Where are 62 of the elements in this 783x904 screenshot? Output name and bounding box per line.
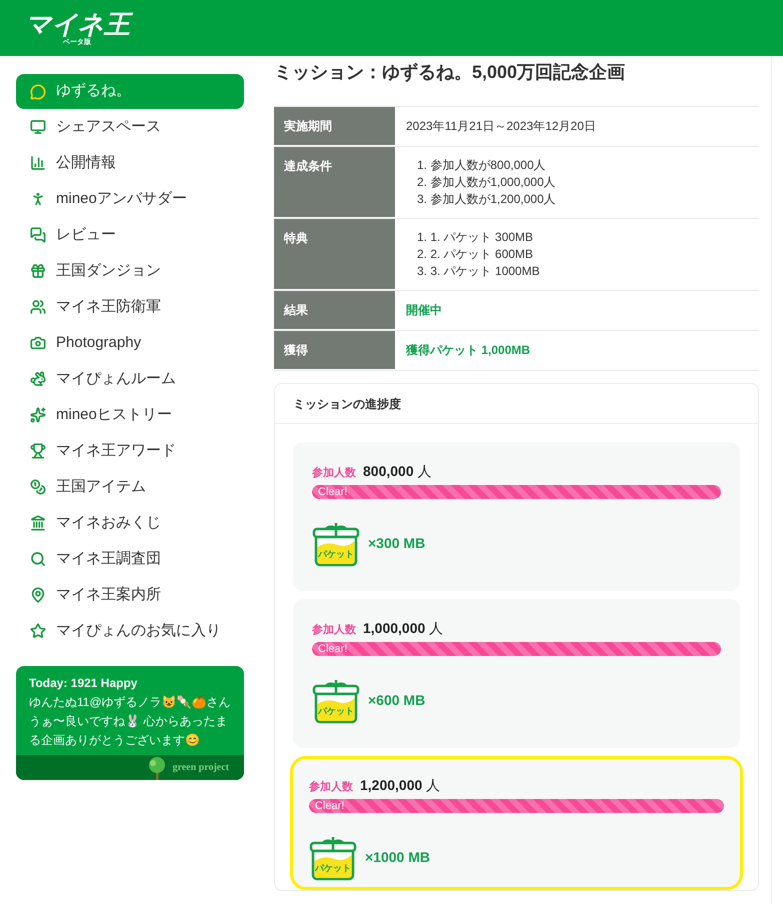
sidebar-item[interactable]: マイネ王アワード: [16, 433, 244, 469]
participants-label: 参加人数: [312, 622, 356, 638]
reward-amount: ×600 MB: [368, 690, 426, 710]
sidebar-item[interactable]: Photography: [16, 325, 244, 361]
reward-amount: ×1000 MB: [365, 848, 430, 866]
star-icon: [30, 623, 46, 639]
participants-count: 1,200,000 人: [360, 776, 440, 794]
search-icon: [30, 551, 46, 567]
list-item: 1. 1. パケット 300MB: [417, 229, 534, 246]
sidebar-item[interactable]: マイぴょんのお気に入り: [16, 613, 244, 649]
list-item: 2. 参加人数が1,000,000人: [417, 174, 556, 191]
sidebar-item[interactable]: mineoヒストリー: [16, 397, 244, 433]
participants-label: 参加人数: [309, 780, 353, 795]
camera-icon: [30, 335, 46, 351]
sidebar-item[interactable]: 王国アイテム: [16, 469, 244, 505]
gate-icon: [30, 515, 46, 531]
sparkle-icon: [30, 407, 46, 423]
sidebar-item[interactable]: マイぴょんルーム: [16, 361, 244, 397]
table-cell-text: 獲得パケット 1,000MB: [404, 342, 532, 359]
participants-count: 800,000 人: [363, 462, 432, 480]
table-header-cell: 獲得: [274, 331, 395, 370]
bar-chart-icon: [30, 155, 46, 171]
table-header-cell: 結果: [274, 291, 395, 330]
table-header-cell: 特典: [274, 219, 395, 290]
sidebar-item[interactable]: レビュー: [16, 217, 244, 253]
list-item: 3. 3. パケット 1000MB: [417, 263, 540, 280]
trophy-icon: [30, 443, 46, 459]
sidebar-item[interactable]: 公開情報: [16, 145, 244, 181]
chat-bubbles-icon: [30, 227, 46, 243]
table-cell-text: 2023年11月21日～2023年12月20日: [405, 118, 597, 135]
table-header-cell: 達成条件: [274, 147, 395, 218]
clear-label: Clear!: [318, 644, 348, 654]
mission-title: ミッション：ゆずるね。5,000万回記念企画: [274, 61, 626, 84]
sidebar-item[interactable]: マイネ王案内所: [16, 577, 244, 613]
list-item: 2. 2. パケット 600MB: [417, 246, 534, 263]
people-icon: [30, 299, 46, 315]
clear-label: Clear!: [318, 486, 348, 498]
sidebar-item[interactable]: マイネ王防衛軍: [16, 289, 244, 325]
sidebar-item[interactable]: mineoアンバサダー: [16, 181, 244, 217]
reward-amount: ×300 MB: [368, 534, 426, 552]
monitor-icon: [30, 119, 46, 135]
list-item: 3. 参加人数が1,200,000人: [417, 191, 556, 208]
chat-bubble-icon: [30, 84, 46, 100]
coins-icon: [30, 479, 46, 495]
sidebar-item[interactable]: マイネおみくじ: [16, 505, 244, 541]
sidebar-item[interactable]: シェアスペース: [16, 109, 244, 145]
participants-label: 参加人数: [312, 466, 356, 481]
today-title: Today: 1921 Happy: [29, 675, 138, 692]
map-pin-icon: [30, 587, 46, 603]
clear-label: Clear!: [315, 800, 344, 812]
sidebar-item[interactable]: マイネ王調査団: [16, 541, 244, 577]
today-message: ゆんたぬ11@ゆずるノラ😺🍡🍊さんうぁ〜良いですね🐰 心からあったまる企画ありがとうございます😊: [29, 694, 231, 749]
table-header-cell: 実施期間: [274, 107, 395, 146]
participants-count: 1,000,000 人: [363, 619, 444, 637]
sidebar-item[interactable]: 王国ダンジョン: [16, 253, 244, 289]
gift-box-icon: [30, 263, 46, 279]
rabbit-icon: [30, 371, 46, 387]
progress-title: ミッションの進捗度: [293, 396, 401, 412]
project-label: green project: [172, 761, 229, 775]
person-icon: [30, 191, 46, 207]
list-item: 1. 参加人数が800,000人: [417, 157, 547, 174]
table-cell-text: 開催中: [405, 302, 443, 319]
